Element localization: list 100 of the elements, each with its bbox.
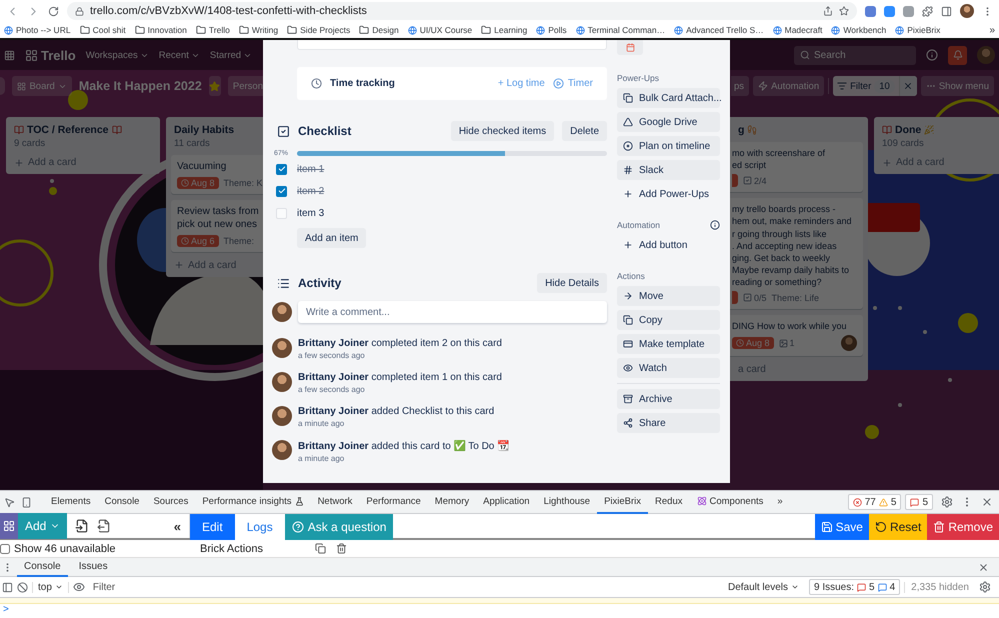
sidebar-toggle[interactable]: [0, 513, 18, 539]
sidebar-button[interactable]: Bulk Card Attach...: [617, 88, 720, 108]
eye-icon[interactable]: [72, 581, 85, 593]
bookmark[interactable]: Advanced Trello S…: [674, 25, 764, 35]
devtools-tab[interactable]: Redux: [648, 490, 690, 514]
levels-select[interactable]: Default levels: [722, 582, 805, 592]
sidebar-button[interactable]: Move: [617, 286, 720, 306]
bookmark[interactable]: Innovation: [134, 25, 187, 35]
sidebar-button[interactable]: Copy: [617, 310, 720, 330]
sidebar-button[interactable]: Archive: [617, 389, 720, 409]
checkbox[interactable]: [276, 186, 287, 196]
issue-counter[interactable]: 5: [905, 494, 933, 510]
reset-button[interactable]: Reset: [868, 514, 928, 540]
bookmark[interactable]: Design: [359, 25, 399, 35]
dates-button[interactable]: [617, 40, 643, 55]
sidebar-button[interactable]: Plan on timeline: [617, 136, 720, 156]
devtools-tab[interactable]: Network: [310, 490, 360, 514]
bookmark[interactable]: Cool shit: [80, 25, 126, 35]
sidebar-icon[interactable]: [2, 582, 13, 592]
import-icon[interactable]: [75, 519, 90, 533]
bookmark[interactable]: Learning: [481, 25, 528, 35]
clear-filter-button[interactable]: [898, 76, 917, 96]
card[interactable]: my trello boards process - hem out, make reminders and r going through lists like . And accepting new ideas ging. Get back to weekly Maybe revamp daily habits to reading or something? 0/5 Theme: Life: [730, 198, 863, 310]
devtools-tab[interactable]: Lighthouse: [536, 490, 598, 514]
console-prompt[interactable]: >: [0, 604, 999, 618]
address-bar[interactable]: trello.com/c/vBVzbXvW/1408-test-confetti-with-checklists: [67, 2, 858, 20]
side-panel-icon[interactable]: [940, 6, 952, 16]
devtools-tab[interactable]: Console: [98, 490, 146, 514]
export-icon[interactable]: [97, 519, 112, 533]
share-icon[interactable]: [823, 6, 834, 16]
issues-button[interactable]: 9 Issues: 5 4: [809, 579, 900, 595]
card[interactable]: DING How to work while you Aug 8 1: [730, 315, 863, 356]
hide-details-button[interactable]: Hide Details: [537, 273, 607, 293]
drawer-tab[interactable]: Console: [17, 558, 68, 576]
clear-icon[interactable]: [17, 582, 28, 592]
devtools-tab[interactable]: Application: [476, 490, 537, 514]
devtools-tab[interactable]: PixieBrix: [597, 490, 648, 514]
star-button[interactable]: [208, 76, 221, 96]
settings-icon[interactable]: [941, 496, 953, 508]
devtools-tab[interactable]: Performance: [359, 490, 428, 514]
save-button[interactable]: Save: [814, 514, 869, 540]
drawer-tab[interactable]: Issues: [72, 558, 115, 576]
bookmark[interactable]: UI/UX Course: [408, 25, 472, 35]
bookmark[interactable]: Writing: [238, 25, 278, 35]
sidebar-button[interactable]: Google Drive: [617, 112, 720, 132]
bookmark[interactable]: PixieBrix: [895, 25, 940, 35]
apps-icon[interactable]: [4, 50, 15, 60]
bookmark[interactable]: Side Projects: [287, 25, 350, 35]
extension-icon[interactable]: [884, 6, 896, 16]
devtools-tab[interactable]: Components: [690, 490, 770, 514]
inspect-icon[interactable]: [4, 496, 15, 508]
nav-menu[interactable]: Recent: [158, 50, 200, 60]
bookmark[interactable]: Terminal Comman…: [576, 25, 666, 35]
sidebar-button[interactable]: Share: [617, 413, 720, 433]
bookmark[interactable]: Trello: [196, 25, 230, 35]
sidebar-button[interactable]: Watch: [617, 358, 720, 378]
bookmark[interactable]: Photo --> URL: [4, 25, 71, 35]
trash-icon[interactable]: [336, 543, 347, 554]
notifications-button[interactable]: [948, 46, 967, 64]
close-icon[interactable]: [978, 562, 989, 572]
nav-menu[interactable]: Workspaces: [86, 50, 149, 60]
comment-field[interactable]: Write a comment...: [298, 301, 607, 323]
close-icon[interactable]: [981, 496, 993, 508]
context-select[interactable]: top: [32, 582, 69, 592]
bookmarks-overflow[interactable]: »: [989, 24, 995, 36]
more-tabs-button[interactable]: »: [770, 490, 790, 514]
sidebar-button[interactable]: Add button: [617, 235, 720, 255]
checklist-button[interactable]: Delete: [562, 121, 607, 141]
star-icon[interactable]: [839, 6, 850, 16]
checkbox[interactable]: [0, 544, 10, 554]
nav-menu[interactable]: Starred: [210, 50, 252, 60]
checkbox[interactable]: [276, 164, 287, 174]
remove-button[interactable]: Remove: [927, 514, 999, 540]
bookmark[interactable]: Workbench: [831, 25, 886, 35]
devtools-tab[interactable]: Elements: [44, 490, 98, 514]
devtools-tab[interactable]: Memory: [428, 490, 476, 514]
collapse-button[interactable]: «: [174, 518, 181, 534]
sidebar-button[interactable]: Add Power-Ups: [617, 184, 720, 204]
card[interactable]: mo with screenshare of ed script 2/4: [730, 142, 863, 192]
bookmark[interactable]: Polls: [536, 25, 567, 35]
puzzle-icon[interactable]: [922, 6, 933, 16]
settings-icon[interactable]: [979, 581, 991, 593]
devtools-tab[interactable]: Sources: [146, 490, 196, 514]
sidebar-button[interactable]: Make template: [617, 334, 720, 354]
avatar[interactable]: [960, 4, 974, 18]
devtools-tab[interactable]: Performance insights: [195, 490, 311, 514]
checklist-button[interactable]: Hide checked items: [450, 121, 554, 141]
sidebar-button[interactable]: Slack: [617, 160, 720, 180]
extension-icon[interactable]: [903, 6, 914, 16]
reload-icon[interactable]: [48, 6, 59, 16]
extension-icon[interactable]: [865, 6, 876, 16]
card[interactable]: Review tasks from pick out new ones Aug 6 Theme:: [171, 200, 263, 252]
error-counter[interactable]: 77 5: [848, 494, 902, 510]
copy-icon[interactable]: [315, 543, 326, 554]
logo[interactable]: Trello: [25, 48, 76, 62]
info-icon[interactable]: [710, 220, 720, 230]
add-item-button[interactable]: Add an item: [297, 228, 366, 248]
card[interactable]: Vacuuming Aug 8 Theme: K: [171, 155, 263, 194]
device-icon[interactable]: [21, 496, 32, 508]
mode-tab[interactable]: Edit: [190, 514, 235, 540]
